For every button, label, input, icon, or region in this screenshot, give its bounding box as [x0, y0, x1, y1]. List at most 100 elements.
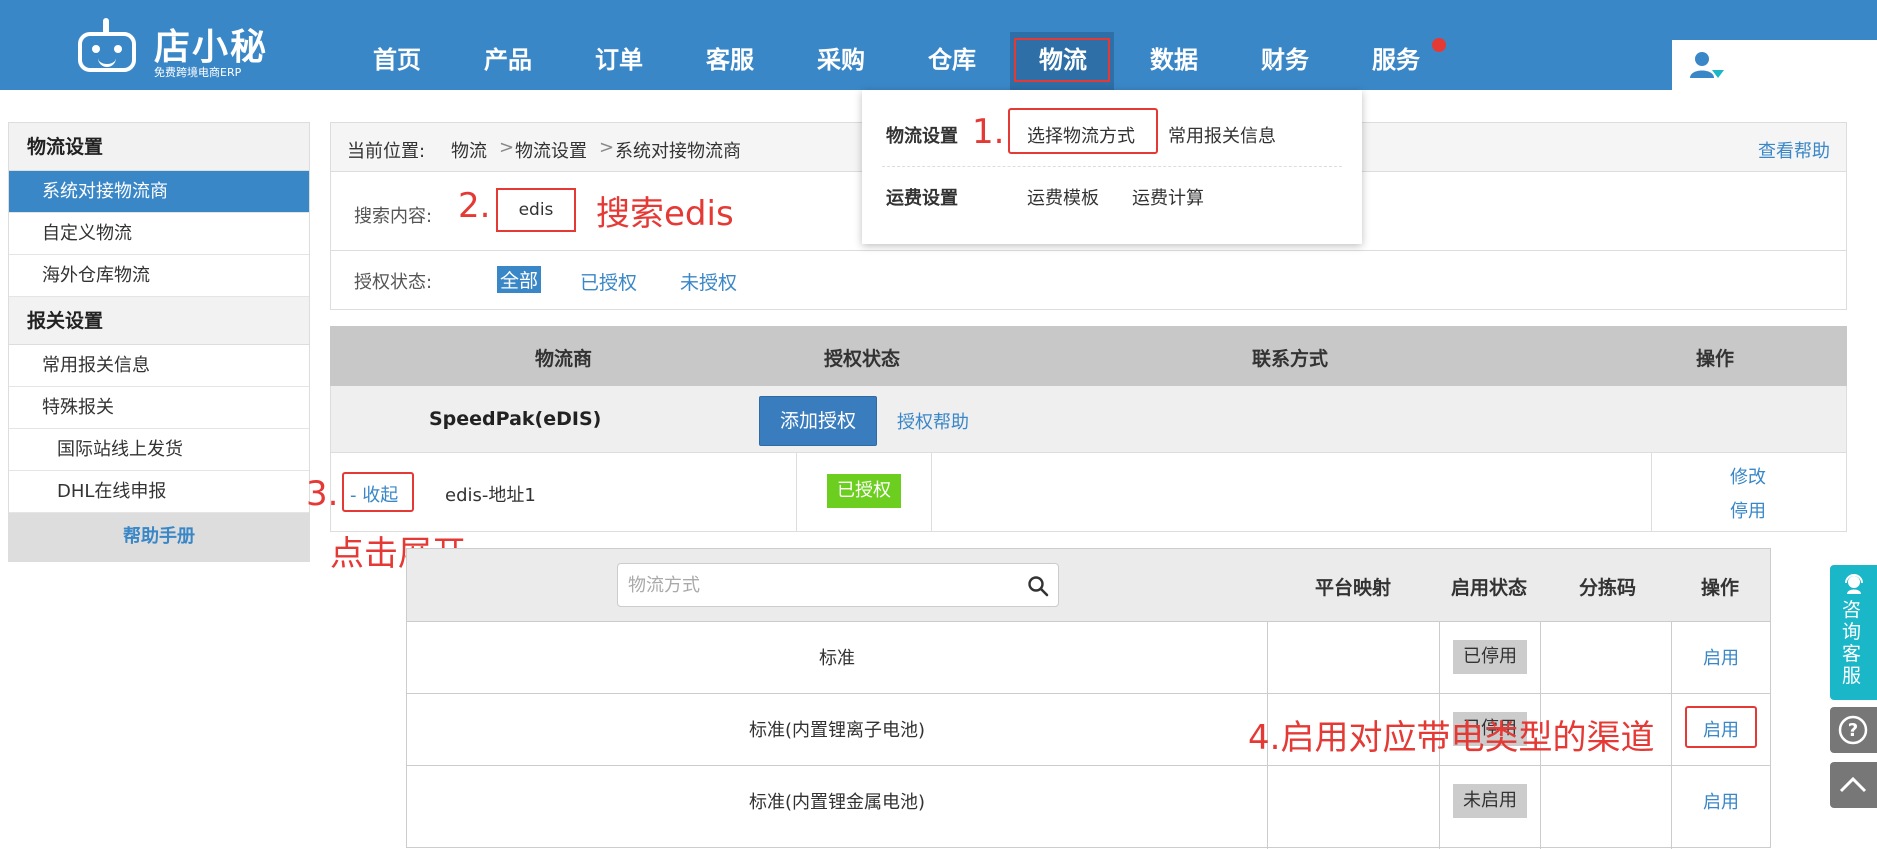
sidebar-section-customs: 报关设置: [9, 297, 309, 345]
header-sorting-code: 分拣码: [1579, 577, 1637, 599]
status-badge: 未启用: [1453, 784, 1527, 818]
dropdown-group-logistics-settings: 物流设置: [886, 126, 958, 147]
authorized-badge: 已授权: [827, 474, 901, 508]
annotation-step-1: 1.: [972, 112, 1005, 152]
user-menu[interactable]: [1672, 40, 1877, 90]
breadcrumb-separator: >: [499, 137, 515, 158]
menu-item-freight-template[interactable]: 运费模板: [1027, 184, 1099, 210]
nav-item-warehouse[interactable]: 仓库: [907, 30, 997, 90]
annotation-box-enable: [1685, 706, 1757, 748]
table-row: 标准(内置锂金属电池) 未启用 启用: [407, 765, 1770, 837]
chevron-up-icon: [1839, 776, 1867, 793]
menu-item-freight-calculator[interactable]: 运费计算: [1132, 184, 1204, 210]
nav-item-customer-service[interactable]: 客服: [685, 30, 775, 90]
sidebar-item-special-customs[interactable]: 特殊报关: [9, 387, 309, 429]
status-badge: 已停用: [1453, 640, 1527, 674]
filter-authorized[interactable]: 已授权: [580, 268, 637, 295]
logo-subtitle: 免费跨境电商ERP: [154, 66, 242, 79]
help-manual-button[interactable]: 帮助手册: [9, 513, 309, 561]
header-enable-status: 启用状态: [1451, 577, 1528, 599]
header-operation: 操作: [1701, 577, 1740, 599]
notification-dot: [1432, 38, 1446, 52]
search-icon[interactable]: [1027, 575, 1049, 597]
method-name: 标准(内置锂离子电池): [748, 720, 926, 741]
divider: [331, 250, 1846, 251]
nav-item-orders[interactable]: 订单: [574, 30, 664, 90]
logo-name: 店小秘: [154, 27, 269, 68]
back-to-top-button[interactable]: [1830, 762, 1877, 808]
sidebar: 物流设置 系统对接物流商 自定义物流 海外仓库物流 报关设置 常用报关信息 特殊…: [8, 122, 310, 562]
sidebar-item-system-carriers[interactable]: 系统对接物流商: [9, 171, 309, 213]
header-auth-status: 授权状态: [824, 348, 901, 370]
header-operations: 操作: [1696, 348, 1735, 370]
dropdown-group-freight-settings: 运费设置: [886, 188, 958, 209]
breadcrumb-logistics-settings[interactable]: 物流设置: [515, 137, 587, 163]
consult-label: 咨询客服: [1842, 599, 1862, 687]
disable-link[interactable]: 停用: [1730, 497, 1766, 523]
filter-all[interactable]: 全部: [497, 266, 542, 293]
collapse-toggle[interactable]: - 收起: [350, 481, 398, 507]
header-contact: 联系方式: [1252, 348, 1329, 370]
nav-item-purchasing[interactable]: 采购: [796, 30, 886, 90]
breadcrumb-separator: >: [599, 137, 615, 158]
logistics-dropdown-menu: 物流设置 1. 选择物流方式 常用报关信息 运费设置 运费模板 运费计算: [862, 90, 1362, 244]
menu-item-common-customs[interactable]: 常用报关信息: [1168, 122, 1276, 148]
annotation-step-3: 3.: [306, 474, 339, 514]
annotation-step-4: 4.启用对应带电类型的渠道: [1248, 718, 1655, 758]
account-row: edis-地址1 修改 停用: [330, 452, 1847, 532]
search-input[interactable]: edis: [496, 188, 576, 232]
carrier-row: SpeedPak(eDIS) 授权帮助: [330, 386, 1847, 452]
nav-item-finance[interactable]: 财务: [1240, 30, 1330, 90]
header-platform-mapping: 平台映射: [1315, 577, 1392, 599]
logo[interactable]: 店小秘 免费跨境电商ERP: [72, 14, 272, 80]
sidebar-item-custom-logistics[interactable]: 自定义物流: [9, 213, 309, 255]
help-question-button[interactable]: ?: [1830, 707, 1877, 753]
sidebar-section-logistics-settings: 物流设置: [9, 123, 309, 171]
account-name: edis-地址1: [445, 485, 536, 506]
menu-item-select-shipping-method[interactable]: 选择物流方式: [1027, 122, 1135, 148]
breadcrumb-logistics[interactable]: 物流: [451, 137, 487, 163]
annotation-search-edis: 搜索edis: [596, 194, 734, 234]
robot-logo-icon: [72, 18, 142, 74]
annotation-step-2: 2.: [458, 186, 491, 226]
methods-table-header: 平台映射 启用状态 分拣码 操作: [407, 549, 1770, 621]
sidebar-item-common-customs[interactable]: 常用报关信息: [9, 345, 309, 387]
view-help-link[interactable]: 查看帮助: [1758, 137, 1830, 163]
question-mark: ?: [1848, 720, 1858, 741]
divider: [931, 453, 932, 531]
enable-link[interactable]: 启用: [1703, 644, 1739, 670]
header-carrier: 物流商: [535, 348, 593, 370]
breadcrumb-current: 系统对接物流商: [615, 141, 741, 162]
nav-item-products[interactable]: 产品: [463, 30, 553, 90]
method-name: 标准(内置锂金属电池): [748, 792, 926, 813]
sidebar-item-overseas-warehouse[interactable]: 海外仓库物流: [9, 255, 309, 297]
headset-icon: [1845, 574, 1863, 594]
sidebar-item-dhl-declaration[interactable]: DHL在线申报: [9, 471, 309, 513]
add-authorization-button[interactable]: 添加授权: [759, 396, 877, 446]
carrier-table-header: 物流商 授权状态 联系方式 操作: [330, 326, 1847, 386]
question-icon: ?: [1838, 715, 1868, 745]
nav-item-data[interactable]: 数据: [1129, 30, 1219, 90]
top-navbar: 店小秘 免费跨境电商ERP 首页 产品 订单 客服 采购 仓库 物流 数据 财务…: [0, 0, 1877, 90]
divider: [882, 166, 1342, 167]
carrier-name: SpeedPak(eDIS): [429, 408, 602, 430]
table-row: 标准 已停用 启用: [407, 621, 1770, 693]
consult-service-button[interactable]: 咨询客服: [1830, 565, 1877, 700]
method-search-input[interactable]: [617, 563, 1059, 607]
enable-link[interactable]: 启用: [1703, 788, 1739, 814]
method-name: 标准: [819, 648, 855, 669]
auth-help-link[interactable]: 授权帮助: [897, 408, 969, 434]
filter-unauthorized[interactable]: 未授权: [680, 268, 737, 295]
divider: [1651, 453, 1652, 531]
search-label: 搜索内容:: [354, 206, 433, 227]
breadcrumb-prefix: 当前位置:: [347, 141, 426, 162]
nav-item-logistics[interactable]: 物流: [1018, 30, 1108, 90]
auth-status-label: 授权状态:: [354, 272, 433, 293]
nav-item-home[interactable]: 首页: [352, 30, 442, 90]
shipping-methods-table: 平台映射 启用状态 分拣码 操作 标准 已停用 启用 标准(内置锂离子电池) 已…: [406, 548, 1771, 849]
user-icon: [1690, 52, 1724, 78]
edit-link[interactable]: 修改: [1730, 463, 1766, 489]
divider: [796, 453, 797, 531]
nav-item-services[interactable]: 服务: [1351, 30, 1441, 90]
sidebar-item-intl-online-shipping[interactable]: 国际站线上发货: [9, 429, 309, 471]
